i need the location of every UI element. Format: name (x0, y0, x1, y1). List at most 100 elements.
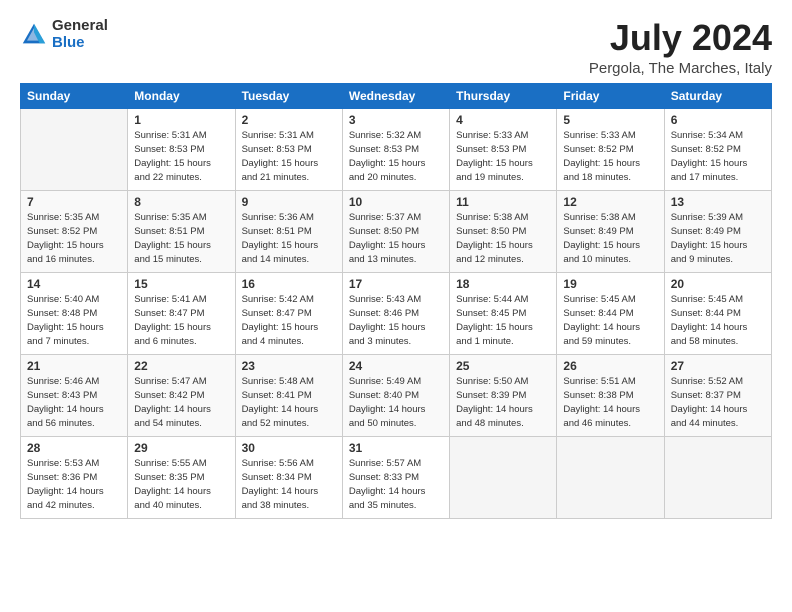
day-info: Sunrise: 5:38 AM Sunset: 8:50 PM Dayligh… (456, 211, 550, 268)
calendar-cell: 30 Sunrise: 5:56 AM Sunset: 8:34 PM Dayli… (235, 436, 342, 518)
header: General Blue July 2024 Pergola, The Marc… (20, 18, 772, 77)
day-info: Sunrise: 5:35 AM Sunset: 8:51 PM Dayligh… (134, 211, 228, 268)
calendar-cell: 9Sunrise: 5:36 AM Sunset: 8:51 PM Daylig… (235, 190, 342, 272)
calendar-cell: 10Sunrise: 5:37 AM Sunset: 8:50 PM Dayli… (342, 190, 449, 272)
day-number: 18 (456, 277, 550, 291)
day-number: 30 (242, 441, 336, 455)
calendar-cell: 25 Sunrise: 5:50 AM Sunset: 8:39 PM Dayli… (450, 354, 557, 436)
month-title: July 2024 (589, 18, 772, 58)
day-info: Sunrise: 5:42 AM Sunset: 8:47 PM Dayligh… (242, 293, 336, 350)
day-number: 27 (671, 359, 765, 373)
day-info: Sunrise: 5:50 AM Sunset: 8:39 PM Dayligh… (456, 375, 550, 432)
calendar-cell: 3Sunrise: 5:32 AM Sunset: 8:53 PM Daylig… (342, 108, 449, 190)
calendar-cell: 16 Sunrise: 5:42 AM Sunset: 8:47 PM Dayli… (235, 272, 342, 354)
calendar-cell: 26 Sunrise: 5:51 AM Sunset: 8:38 PM Dayli… (557, 354, 664, 436)
day-info: Sunrise: 5:41 AM Sunset: 8:47 PM Dayligh… (134, 293, 228, 350)
calendar-cell: 12Sunrise: 5:38 AM Sunset: 8:49 PM Dayli… (557, 190, 664, 272)
calendar-cell: 23 Sunrise: 5:48 AM Sunset: 8:41 PM Dayli… (235, 354, 342, 436)
day-info: Sunrise: 5:35 AM Sunset: 8:52 PM Dayligh… (27, 211, 121, 268)
location-title: Pergola, The Marches, Italy (589, 60, 772, 77)
day-info: Sunrise: 5:45 AM Sunset: 8:44 PM Dayligh… (563, 293, 657, 350)
calendar-cell: 4 Sunrise: 5:33 AM Sunset: 8:53 PM Daylig… (450, 108, 557, 190)
day-info: Sunrise: 5:43 AM Sunset: 8:46 PM Dayligh… (349, 293, 443, 350)
col-thursday: Thursday (450, 83, 557, 108)
col-friday: Friday (557, 83, 664, 108)
day-info: Sunrise: 5:51 AM Sunset: 8:38 PM Dayligh… (563, 375, 657, 432)
calendar-cell (664, 436, 771, 518)
calendar-week-4: 28Sunrise: 5:53 AM Sunset: 8:36 PM Dayli… (21, 436, 772, 518)
day-number: 29 (134, 441, 228, 455)
calendar-cell: 24 Sunrise: 5:49 AM Sunset: 8:40 PM Dayli… (342, 354, 449, 436)
day-info: Sunrise: 5:31 AM Sunset: 8:53 PM Dayligh… (242, 129, 336, 186)
day-number: 4 (456, 113, 550, 127)
day-number: 2 (242, 113, 336, 127)
day-number: 26 (563, 359, 657, 373)
calendar-cell: 20 Sunrise: 5:45 AM Sunset: 8:44 PM Dayli… (664, 272, 771, 354)
calendar-cell: 5 Sunrise: 5:33 AM Sunset: 8:52 PM Daylig… (557, 108, 664, 190)
day-number: 5 (563, 113, 657, 127)
calendar-week-2: 14 Sunrise: 5:40 AM Sunset: 8:48 PM Dayli… (21, 272, 772, 354)
calendar-cell (557, 436, 664, 518)
day-number: 15 (134, 277, 228, 291)
day-number: 8 (134, 195, 228, 209)
day-number: 31 (349, 441, 443, 455)
day-info: Sunrise: 5:40 AM Sunset: 8:48 PM Dayligh… (27, 293, 121, 350)
day-number: 12 (563, 195, 657, 209)
header-row: Sunday Monday Tuesday Wednesday Thursday… (21, 83, 772, 108)
calendar-cell: 27 Sunrise: 5:52 AM Sunset: 8:37 PM Dayli… (664, 354, 771, 436)
day-info: Sunrise: 5:55 AM Sunset: 8:35 PM Dayligh… (134, 457, 228, 514)
calendar-cell: 13Sunrise: 5:39 AM Sunset: 8:49 PM Dayli… (664, 190, 771, 272)
day-info: Sunrise: 5:46 AM Sunset: 8:43 PM Dayligh… (27, 375, 121, 432)
day-info: Sunrise: 5:33 AM Sunset: 8:53 PM Dayligh… (456, 129, 550, 186)
day-number: 1 (134, 113, 228, 127)
calendar-cell: 31 Sunrise: 5:57 AM Sunset: 8:33 PM Dayli… (342, 436, 449, 518)
day-number: 16 (242, 277, 336, 291)
day-info: Sunrise: 5:48 AM Sunset: 8:41 PM Dayligh… (242, 375, 336, 432)
day-number: 19 (563, 277, 657, 291)
day-info: Sunrise: 5:45 AM Sunset: 8:44 PM Dayligh… (671, 293, 765, 350)
calendar-cell: 29 Sunrise: 5:55 AM Sunset: 8:35 PM Dayli… (128, 436, 235, 518)
day-number: 23 (242, 359, 336, 373)
calendar-cell: 22 Sunrise: 5:47 AM Sunset: 8:42 PM Dayli… (128, 354, 235, 436)
calendar-cell (21, 108, 128, 190)
day-number: 22 (134, 359, 228, 373)
logo-blue: Blue (52, 35, 108, 52)
day-number: 24 (349, 359, 443, 373)
calendar-cell: 11 Sunrise: 5:38 AM Sunset: 8:50 PM Dayli… (450, 190, 557, 272)
calendar-cell: 6Sunrise: 5:34 AM Sunset: 8:52 PM Daylig… (664, 108, 771, 190)
calendar-cell: 15 Sunrise: 5:41 AM Sunset: 8:47 PM Dayli… (128, 272, 235, 354)
day-info: Sunrise: 5:31 AM Sunset: 8:53 PM Dayligh… (134, 129, 228, 186)
day-number: 21 (27, 359, 121, 373)
col-tuesday: Tuesday (235, 83, 342, 108)
col-monday: Monday (128, 83, 235, 108)
col-saturday: Saturday (664, 83, 771, 108)
col-sunday: Sunday (21, 83, 128, 108)
day-info: Sunrise: 5:32 AM Sunset: 8:53 PM Dayligh… (349, 129, 443, 186)
title-block: July 2024 Pergola, The Marches, Italy (589, 18, 772, 77)
day-info: Sunrise: 5:57 AM Sunset: 8:33 PM Dayligh… (349, 457, 443, 514)
calendar-cell: 8 Sunrise: 5:35 AM Sunset: 8:51 PM Daylig… (128, 190, 235, 272)
page: General Blue July 2024 Pergola, The Marc… (0, 0, 792, 529)
day-info: Sunrise: 5:56 AM Sunset: 8:34 PM Dayligh… (242, 457, 336, 514)
calendar-week-1: 7Sunrise: 5:35 AM Sunset: 8:52 PM Daylig… (21, 190, 772, 272)
day-number: 28 (27, 441, 121, 455)
day-info: Sunrise: 5:52 AM Sunset: 8:37 PM Dayligh… (671, 375, 765, 432)
calendar-cell: 1 Sunrise: 5:31 AM Sunset: 8:53 PM Daylig… (128, 108, 235, 190)
day-info: Sunrise: 5:49 AM Sunset: 8:40 PM Dayligh… (349, 375, 443, 432)
day-number: 20 (671, 277, 765, 291)
day-info: Sunrise: 5:47 AM Sunset: 8:42 PM Dayligh… (134, 375, 228, 432)
day-number: 14 (27, 277, 121, 291)
day-number: 11 (456, 195, 550, 209)
logo-general: General (52, 18, 108, 35)
day-number: 25 (456, 359, 550, 373)
calendar-week-0: 1 Sunrise: 5:31 AM Sunset: 8:53 PM Daylig… (21, 108, 772, 190)
logo-icon (20, 21, 48, 49)
calendar-cell: 17Sunrise: 5:43 AM Sunset: 8:46 PM Dayli… (342, 272, 449, 354)
col-wednesday: Wednesday (342, 83, 449, 108)
day-info: Sunrise: 5:36 AM Sunset: 8:51 PM Dayligh… (242, 211, 336, 268)
calendar-week-3: 21 Sunrise: 5:46 AM Sunset: 8:43 PM Dayli… (21, 354, 772, 436)
day-info: Sunrise: 5:33 AM Sunset: 8:52 PM Dayligh… (563, 129, 657, 186)
day-number: 10 (349, 195, 443, 209)
calendar-cell: 14 Sunrise: 5:40 AM Sunset: 8:48 PM Dayli… (21, 272, 128, 354)
calendar-cell: 18Sunrise: 5:44 AM Sunset: 8:45 PM Dayli… (450, 272, 557, 354)
